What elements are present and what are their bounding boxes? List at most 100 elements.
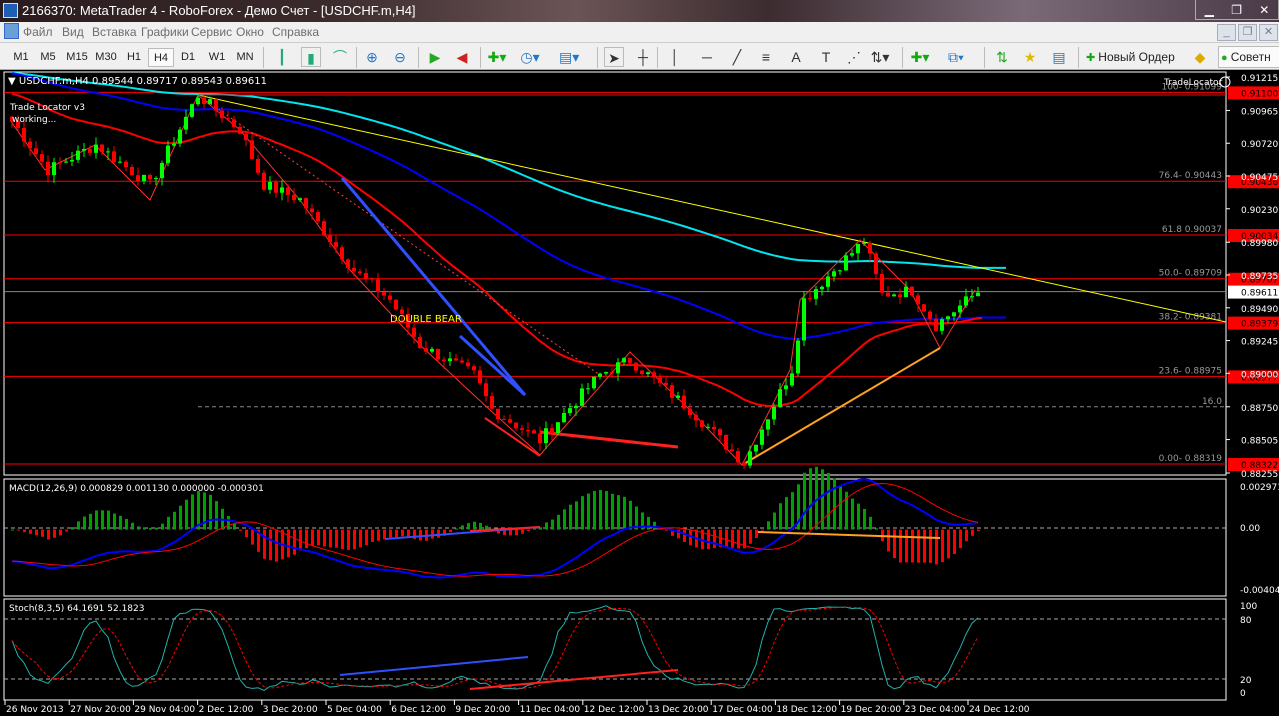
periods-clock-icon[interactable]: ◷▾ [520, 47, 540, 67]
candle-body [574, 405, 578, 409]
fan-icon[interactable]: ⋰ [844, 47, 864, 67]
timeframe-h4[interactable]: H4 [148, 48, 174, 67]
candle-body [856, 243, 860, 254]
candle-body [736, 451, 740, 463]
macd-histogram-bar [215, 501, 218, 530]
profiles-icon[interactable]: ⧉▾ [946, 47, 966, 67]
candle-body [382, 292, 386, 296]
candle-body [226, 118, 230, 120]
new-chart-icon[interactable]: ✚▾ [910, 47, 930, 67]
macd-histogram-bar [143, 527, 146, 530]
close-button[interactable]: ✕ [1259, 3, 1269, 17]
zoom-in-icon[interactable]: ⊕ [362, 47, 382, 67]
trendline-icon[interactable]: ╱ [727, 47, 747, 67]
timeframe-w1[interactable]: W1 [204, 48, 230, 67]
time-label: 5 Dec 04:00 [327, 705, 382, 715]
navigator-icon[interactable]: ★ [1020, 47, 1040, 67]
crosshair-icon[interactable]: ┼ [633, 47, 653, 67]
line-chart-icon[interactable]: ⌒ [330, 47, 350, 67]
timeframe-m1[interactable]: M1 [8, 48, 34, 67]
macd-histogram-bar [95, 510, 98, 530]
text-label-icon[interactable]: T [816, 47, 836, 67]
timeframe-mn[interactable]: MN [232, 48, 258, 67]
candle-body [472, 366, 476, 371]
menu-view[interactable]: Вид [62, 25, 84, 39]
market-watch-icon[interactable]: ⇅ [992, 47, 1012, 67]
macd-histogram-bar [515, 529, 518, 536]
chart-header: ▼ USDCHF.m,H4 0.89544 0.89717 0.89543 0.… [8, 76, 267, 87]
macd-histogram-bar [839, 485, 842, 530]
expert-advisors-label: Советн [1230, 50, 1271, 64]
macd-histogram-bar [113, 513, 116, 530]
vertical-line-icon[interactable]: │ [665, 47, 685, 67]
restore-button[interactable]: ❐ [1231, 3, 1242, 17]
candle-body [814, 289, 818, 299]
macd-histogram-bar [893, 529, 896, 559]
timeframe-h1[interactable]: H1 [121, 48, 147, 67]
menu-charts[interactable]: Графики [141, 25, 189, 39]
stoch-tick-80: 80 [1240, 616, 1252, 626]
macd-histogram-bar [431, 529, 434, 539]
toolbar: M1 M5 M15 M30 H1 H4 D1 W1 MN ┃ ▮ ⌒ ⊕ ⊖ ▶… [0, 42, 1279, 70]
macd-histogram-bar [89, 513, 92, 530]
candle-body [754, 444, 758, 452]
mdi-minimize-button[interactable]: _ [1217, 24, 1236, 41]
mdi-restore-button[interactable]: ❐ [1238, 24, 1257, 41]
text-icon[interactable]: A [786, 47, 806, 67]
candle-body [652, 372, 656, 378]
candle-body [118, 161, 122, 163]
chart-window-icon[interactable] [4, 23, 19, 39]
candle-body [790, 373, 794, 386]
timeframe-d1[interactable]: D1 [175, 48, 201, 67]
candlestick-chart-icon[interactable]: ▮ [301, 47, 321, 67]
menu-file[interactable]: Файл [23, 25, 53, 39]
horizontal-line-icon[interactable]: ─ [697, 47, 717, 67]
cursor-icon[interactable]: ➤ [604, 47, 624, 67]
macd-histogram-bar [551, 519, 554, 530]
macd-histogram-bar [173, 511, 176, 530]
macd-histogram-bar [941, 529, 944, 562]
candle-body [820, 286, 824, 290]
price-tick: 0.89980 [1241, 239, 1278, 249]
autoscroll-icon[interactable]: ▶ [425, 47, 445, 67]
candle-body [418, 336, 422, 349]
menu-help[interactable]: Справка [272, 25, 319, 39]
candle-body [556, 422, 560, 434]
macd-histogram-bar [41, 529, 44, 537]
new-order-button[interactable]: ✚ Новый Ордер [1086, 47, 1175, 67]
chart-area[interactable]: 100- 0.910990.9110076.4- 0.904430.904366… [0, 70, 1279, 716]
macd-histogram-bar [233, 523, 236, 530]
fibonacci-icon[interactable]: ≡ [756, 47, 776, 67]
fib-level-label: 0.00- 0.88319 [1159, 454, 1223, 464]
macd-histogram-bar [923, 529, 926, 563]
candle-body [28, 141, 32, 149]
time-label: 19 Dec 20:00 [841, 705, 902, 715]
bar-chart-icon[interactable]: ┃ [272, 47, 292, 67]
timeframe-m5[interactable]: M5 [35, 48, 61, 67]
macd-histogram-bar [731, 529, 734, 548]
menu-window[interactable]: Окно [236, 25, 264, 39]
candle-body [130, 167, 134, 176]
templates-icon[interactable]: ▤▾ [559, 47, 579, 67]
macd-histogram-bar [545, 522, 548, 530]
menu-insert[interactable]: Вставка [92, 25, 137, 39]
macd-histogram-bar [935, 529, 938, 565]
candle-body [208, 99, 212, 104]
minimize-button[interactable]: ▁ [1205, 3, 1214, 17]
time-label: 2 Dec 12:00 [199, 705, 254, 715]
arrows-icon[interactable]: ⇅▾ [870, 47, 890, 67]
timeframe-m15[interactable]: M15 [62, 48, 92, 67]
mdi-close-button[interactable]: ✕ [1259, 24, 1278, 41]
macd-histogram-bar [161, 523, 164, 530]
chart-shift-icon[interactable]: ◀ [452, 47, 472, 67]
zoom-out-icon[interactable]: ⊖ [390, 47, 410, 67]
indicators-icon[interactable]: ✚▾ [487, 47, 507, 67]
timeframe-m30[interactable]: M30 [91, 48, 121, 67]
warning-icon[interactable]: ◆ [1190, 47, 1210, 67]
menu-tools[interactable]: Сервис [191, 25, 232, 39]
terminal-icon[interactable]: ▤ [1049, 47, 1069, 67]
candle-body [94, 144, 98, 153]
time-label: 11 Dec 04:00 [520, 705, 581, 715]
macd-histogram-bar [953, 529, 956, 554]
expert-advisors-button[interactable]: ● Советн [1218, 46, 1279, 68]
